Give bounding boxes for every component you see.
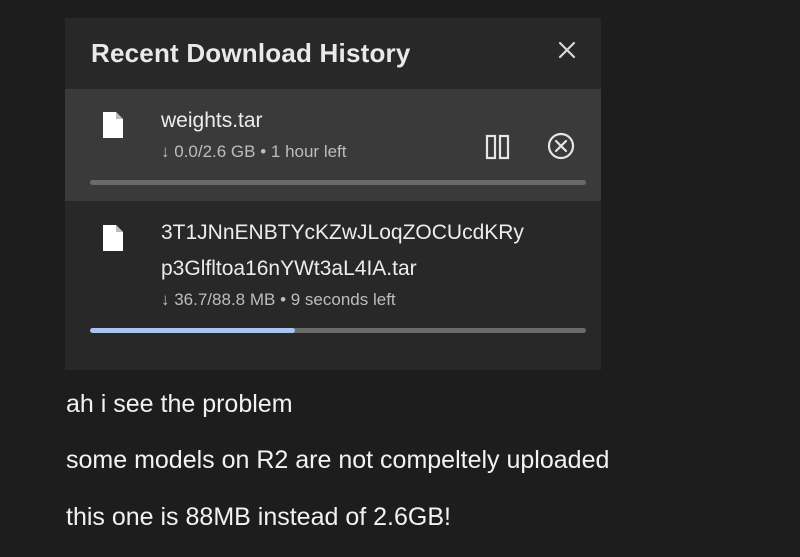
close-icon [558,41,576,59]
download-item-weights[interactable]: weights.tar ↓ 0.0/2.6 GB • 1 hour left [65,89,601,201]
download-filename-line1: 3T1JNnENBTYcKZwJLoqZOCUcdKRy [161,221,524,244]
download-progress-bar [90,328,586,333]
download-progress-text: ↓ 0.0/2.6 GB • 1 hour left [161,142,347,161]
download-progress-text: ↓ 36.7/88.8 MB • 9 seconds left [161,290,396,309]
panel-title: Recent Download History [91,38,411,68]
clipped-text-fragment [161,366,561,370]
download-filename-line2: p3Glfltoa16nYWt3aL4IA.tar [161,257,417,280]
clipped-filename [161,366,561,370]
download-history-panel: Recent Download History weights.tar ↓ 0.… [65,18,601,370]
cancel-download-button[interactable] [547,132,575,160]
pause-button[interactable] [484,133,512,161]
chat-message-3: this one is 88MB instead of 2.6GB! [66,503,451,531]
pause-icon [485,134,510,160]
chat-message-2: some models on R2 are not compeltely upl… [66,446,610,474]
download-progress-fill [90,328,295,333]
close-button[interactable] [555,38,579,62]
chat-message-1: ah i see the problem [66,390,293,418]
download-progress-bar [90,180,586,185]
file-icon [103,225,123,251]
download-item-model[interactable]: 3T1JNnENBTYcKZwJLoqZOCUcdKRy p3Glfltoa16… [65,201,601,361]
cancel-circle-icon [547,132,575,160]
download-filename: weights.tar [161,109,263,132]
screenshot-root: { "panel": { "title": "Recent Download H… [0,0,800,557]
file-icon [103,112,123,138]
download-item-partial[interactable] [65,361,601,370]
